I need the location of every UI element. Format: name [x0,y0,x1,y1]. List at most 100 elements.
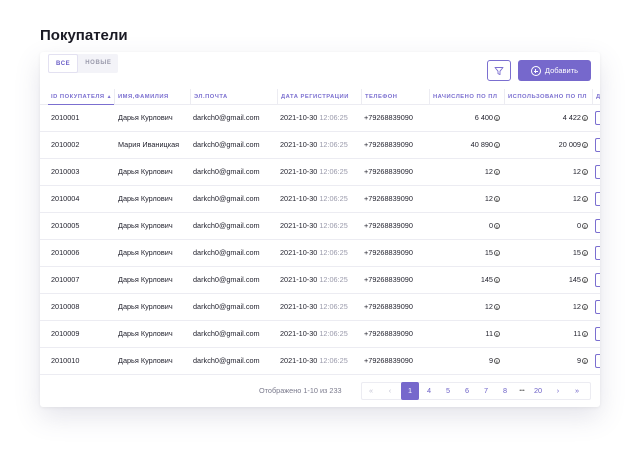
customer-id: 2010003 [51,167,80,176]
row-action-button[interactable] [595,111,600,125]
registration-date: 2021-10-30 [280,113,318,122]
accrued-value: 6 400 [474,113,493,122]
registration-time: 12:06:25 [319,275,348,284]
customer-name: Дарья Курлович [118,248,173,257]
column-header-phone[interactable]: ТЕЛЕФОН [361,89,429,105]
customer-email: darkch0@gmail.com [193,140,260,149]
accrued-value: 12 [484,194,493,203]
page-button[interactable]: 6 [458,382,476,400]
column-header-date[interactable]: ДАТА РЕГИСТРАЦИИ [277,89,361,105]
row-action-button[interactable] [595,300,600,314]
tabs: ВСЕ НОВЫЕ [48,54,119,73]
customer-email: darkch0@gmail.com [193,356,260,365]
column-header-next[interactable]: Д [592,89,600,105]
used-value: 4 422 [562,113,581,122]
page-button[interactable]: 20 [529,382,547,400]
used-value: 11 [573,329,581,338]
accrued-value: 145 [480,275,493,284]
add-button[interactable]: Добавить [518,60,591,81]
customer-name: Дарья Курлович [118,221,173,230]
table-row[interactable]: 2010010 Дарья Курлович darkch0@gmail.com 20… [40,348,600,375]
first-page-button[interactable]: « [362,382,380,400]
registration-date: 2021-10-30 [280,248,318,257]
prev-page-button[interactable]: ‹ [381,382,399,400]
accrued-points: 12 Б [432,294,500,320]
column-header-name[interactable]: ИМЯ,ФАМИЛИЯ [114,89,190,105]
registration-time: 12:06:25 [319,113,348,122]
table-row[interactable]: 2010003 Дарья Курлович darkch0@gmail.com 20… [40,159,600,186]
accrued-value: 11 [485,329,493,338]
used-points: 11 Б [507,321,588,347]
points-coin-icon: Б [582,358,588,365]
last-page-button[interactable]: » [568,382,586,400]
page-button[interactable]: 7 [477,382,495,400]
table-body: 2010001 Дарья Курлович darkch0@gmail.com 20… [40,105,600,375]
points-coin-icon: Б [494,142,500,149]
table-row[interactable]: 2010008 Дарья Курлович darkch0@gmail.com 20… [40,294,600,321]
points-coin-icon: Б [582,331,588,338]
column-header-id[interactable]: ID ПОКУПАТЕЛЯ ▲ [48,89,114,105]
table-row[interactable]: 2010007 Дарья Курлович darkch0@gmail.com 20… [40,267,600,294]
table-row[interactable]: 2010002 Мария Иваницкая darkch0@gmail.com 2… [40,132,600,159]
customer-phone: +79268839090 [364,356,413,365]
row-action-button[interactable] [595,246,600,260]
tab-new[interactable]: НОВЫЕ [78,54,118,73]
table-row[interactable]: 2010009 Дарья Курлович darkch0@gmail.com 20… [40,321,600,348]
row-action-button[interactable] [595,138,600,152]
accrued-value: 0 [488,221,493,230]
customer-phone: +79268839090 [364,302,413,311]
registration-date: 2021-10-30 [280,302,318,311]
points-coin-icon: Б [494,250,500,257]
customer-phone: +79268839090 [364,221,413,230]
row-action-button[interactable] [595,354,600,368]
registration-datetime: 2021-10-30 12:06:25 [280,240,360,266]
tab-all[interactable]: ВСЕ [48,54,79,73]
points-coin-icon: Б [494,196,500,203]
filter-button[interactable] [487,60,511,81]
page-button[interactable]: 1 [401,382,419,400]
registration-datetime: 2021-10-30 12:06:25 [280,267,360,293]
registration-time: 12:06:25 [319,167,348,176]
points-coin-icon: Б [494,304,500,311]
add-button-label: Добавить [544,66,579,75]
used-value: 9 [576,356,581,365]
used-points: 145 Б [507,267,588,293]
customer-email: darkch0@gmail.com [193,221,260,230]
used-points: 4 422 Б [507,105,588,131]
page-button[interactable]: 5 [439,382,457,400]
registration-datetime: 2021-10-30 12:06:25 [280,105,360,131]
row-action-button[interactable] [595,165,600,179]
column-header-accrued[interactable]: НАЧИСЛЕНО ПО ПЛ [429,89,504,105]
row-action-button[interactable] [595,327,600,341]
table-row[interactable]: 2010004 Дарья Курлович darkch0@gmail.com 20… [40,186,600,213]
registration-date: 2021-10-30 [280,275,318,284]
table-row[interactable]: 2010001 Дарья Курлович darkch0@gmail.com 20… [40,105,600,132]
customer-id: 2010004 [51,194,80,203]
registration-time: 12:06:25 [319,302,348,311]
page-button[interactable]: 8 [496,382,514,400]
registration-datetime: 2021-10-30 12:06:25 [280,321,360,347]
used-points: 12 Б [507,186,588,212]
table-row[interactable]: 2010006 Дарья Курлович darkch0@gmail.com 20… [40,240,600,267]
next-page-button[interactable]: › [549,382,567,400]
customer-id: 2010010 [51,356,80,365]
points-coin-icon: Б [582,115,588,122]
registration-datetime: 2021-10-30 12:06:25 [280,294,360,320]
points-coin-icon: Б [582,250,588,257]
page-button[interactable]: 4 [420,382,438,400]
customer-id: 2010006 [51,248,80,257]
row-action-button[interactable] [595,273,600,287]
customer-phone: +79268839090 [364,167,413,176]
used-value: 12 [572,167,581,176]
customer-email: darkch0@gmail.com [193,275,260,284]
column-header-used[interactable]: ИСПОЛЬЗОВАНО ПО ПЛ [504,89,592,105]
points-coin-icon: Б [582,142,588,149]
filter-icon [494,66,504,75]
used-points: 12 Б [507,159,588,185]
customer-id: 2010005 [51,221,80,230]
points-coin-icon: Б [494,331,500,338]
table-row[interactable]: 2010005 Дарья Курлович darkch0@gmail.com 20… [40,213,600,240]
row-action-button[interactable] [595,192,600,206]
column-header-email[interactable]: ЭЛ.ПОЧТА [190,89,277,105]
row-action-button[interactable] [595,219,600,233]
